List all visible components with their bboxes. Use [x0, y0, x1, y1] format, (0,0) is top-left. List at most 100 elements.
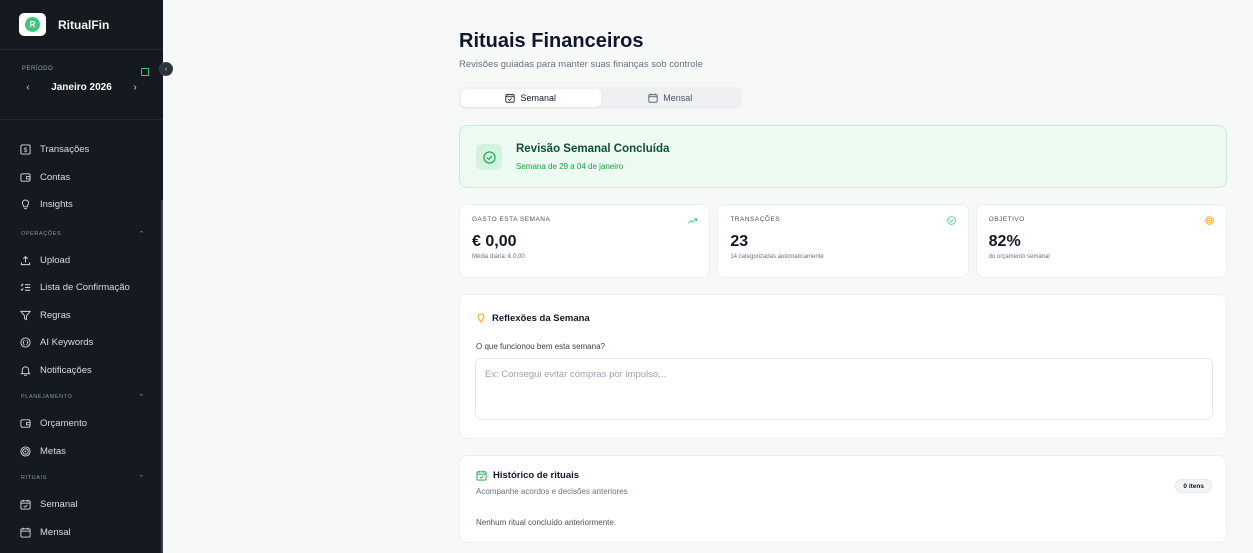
trending-up-icon [688, 218, 698, 224]
tab-label: Mensal [663, 93, 693, 103]
history-count-badge: 0 itens [1175, 479, 1212, 493]
stat-card-transacoes: TRANSAÇÕES 23 14 categorizadas automatic… [717, 204, 969, 278]
sidebar-item-metas[interactable]: Metas [0, 438, 163, 466]
sidebar-item-transacoes[interactable]: $ Transações [0, 136, 163, 164]
page-subtitle: Revisões guiadas para manter suas finanç… [459, 59, 703, 70]
wallet-icon [20, 172, 31, 183]
sidebar-item-upload[interactable]: Upload [0, 247, 163, 275]
sidebar-item-label: Semanal [40, 499, 78, 511]
sidebar-item-label: Regras [40, 309, 71, 321]
sidebar-item-notificacoes[interactable]: Notificações [0, 357, 163, 385]
logo-letter: R [25, 17, 40, 32]
lightbulb-icon [476, 313, 486, 324]
completion-subtitle: Semana de 29 a 04 de janeiro [516, 162, 624, 171]
stat-card-gasto: GASTO ESTA SEMANA € 0,00 Média diária: €… [459, 204, 711, 278]
sidebar-nav: $ Transações Contas Insights OPERAÇÕES ⌃… [0, 120, 163, 546]
target-icon [1205, 216, 1214, 225]
app-name: RitualFin [58, 17, 110, 32]
sidebar-collapse-button[interactable]: ‹ [159, 62, 173, 76]
calendar-check-icon [20, 499, 31, 510]
calendar-check-icon [505, 93, 516, 103]
upload-icon [20, 255, 31, 266]
history-title: Histórico de rituais [493, 470, 580, 481]
stat-sub: 14 categorizadas automaticamente [730, 254, 824, 260]
sidebar-item-label: Metas [40, 445, 66, 457]
sidebar-item-label: Contas [40, 171, 71, 183]
svg-text:$: $ [24, 147, 28, 154]
calendar-check-icon [476, 470, 487, 481]
sidebar-item-label: AI Keywords [40, 337, 94, 349]
sidebar: R RitualFin PERÍODO ‹ Janeiro 2026 › $ T… [0, 0, 163, 553]
section-rituais[interactable]: RITUAIS ⌃ [0, 465, 163, 491]
section-label: OPERAÇÕES [21, 230, 62, 237]
sidebar-item-label: Upload [40, 254, 71, 266]
sidebar-item-semanal[interactable]: Semanal [0, 491, 163, 519]
tab-mensal[interactable]: Mensal [601, 89, 741, 107]
calendar-icon [648, 93, 658, 103]
sidebar-item-lista-confirmacao[interactable]: Lista de Confirmação [0, 274, 163, 302]
sidebar-item-label: Orçamento [40, 418, 87, 430]
stat-label: GASTO ESTA SEMANA [472, 216, 551, 223]
chevron-up-icon[interactable]: ⌃ [139, 393, 145, 401]
stat-sub: Média diária: € 0,00 [472, 254, 525, 260]
period-month: Janeiro 2026 [51, 82, 112, 93]
stats-row: GASTO ESTA SEMANA € 0,00 Média diária: €… [459, 204, 1227, 278]
wallet-icon [20, 418, 31, 429]
history-heading: Histórico de rituais [476, 470, 579, 481]
stat-value: 23 [730, 233, 749, 250]
period-selector: PERÍODO ‹ Janeiro 2026 › [0, 50, 163, 120]
section-operacoes[interactable]: OPERAÇÕES ⌃ [0, 221, 163, 247]
calendar-icon [20, 527, 31, 538]
completion-banner: Revisão Semanal Concluída Semana de 29 a… [459, 125, 1227, 188]
reflections-heading: Reflexões da Semana [476, 313, 590, 324]
page-title: Rituais Financeiros [459, 30, 644, 52]
check-circle-icon [946, 216, 956, 225]
chevron-left-icon[interactable]: ‹ [22, 82, 34, 93]
stat-value: € 0,00 [472, 233, 517, 250]
sidebar-item-label: Transações [40, 144, 90, 156]
check-circle-icon [476, 144, 502, 170]
tab-semanal[interactable]: Semanal [461, 89, 601, 107]
reflection-textarea[interactable] [475, 358, 1213, 420]
sidebar-scrollbar[interactable] [161, 200, 163, 553]
history-card: Histórico de rituais Acompanhe acordos e… [459, 455, 1227, 543]
stat-value: 82% [988, 233, 1021, 250]
calendar-icon[interactable] [141, 68, 149, 76]
filter-icon [20, 310, 31, 321]
section-label: PLANEJAMENTO [21, 394, 73, 400]
dollar-square-icon: $ [20, 144, 31, 155]
brand[interactable]: R RitualFin [0, 0, 163, 50]
braces-icon [20, 337, 31, 348]
target-icon [20, 446, 31, 457]
sidebar-item-ai-keywords[interactable]: AI Keywords [0, 329, 163, 357]
reflection-question: O que funcionou bem esta semana? [476, 342, 605, 351]
stat-label: OBJETIVO [988, 216, 1025, 223]
stat-card-objetivo: OBJETIVO 82% do orçamento semanal [975, 204, 1227, 278]
ritual-tabs: Semanal Mensal [459, 87, 742, 109]
reflections-title: Reflexões da Semana [492, 313, 590, 324]
sidebar-item-label: Mensal [40, 526, 71, 538]
lightbulb-icon [20, 199, 31, 210]
chevron-left-icon: ‹ [164, 65, 168, 73]
list-check-icon [20, 282, 31, 293]
chevron-up-icon[interactable]: ⌃ [139, 474, 145, 482]
sidebar-item-label: Notificações [40, 364, 92, 376]
tab-label: Semanal [520, 93, 557, 103]
reflections-card: Reflexões da Semana O que funcionou bem … [459, 294, 1227, 439]
sidebar-item-regras[interactable]: Regras [0, 302, 163, 330]
stat-label: TRANSAÇÕES [730, 216, 781, 223]
sidebar-item-contas[interactable]: Contas [0, 164, 163, 192]
period-label: PERÍODO [22, 66, 54, 72]
sidebar-item-label: Insights [40, 199, 73, 211]
sidebar-item-orcamento[interactable]: Orçamento [0, 410, 163, 438]
chevron-right-icon[interactable]: › [129, 82, 141, 93]
sidebar-item-insights[interactable]: Insights [0, 191, 163, 219]
completion-title: Revisão Semanal Concluída [516, 143, 670, 155]
stat-sub: do orçamento semanal [988, 254, 1050, 260]
chevron-up-icon[interactable]: ⌃ [139, 230, 145, 238]
section-planejamento[interactable]: PLANEJAMENTO ⌃ [0, 384, 163, 410]
app-logo: R [19, 13, 46, 36]
history-subtitle: Acompanhe acordos e decisões anteriores [476, 487, 628, 496]
history-empty-message: Nenhum ritual concluído anteriormente. [476, 518, 617, 527]
sidebar-item-mensal[interactable]: Mensal [0, 519, 163, 547]
